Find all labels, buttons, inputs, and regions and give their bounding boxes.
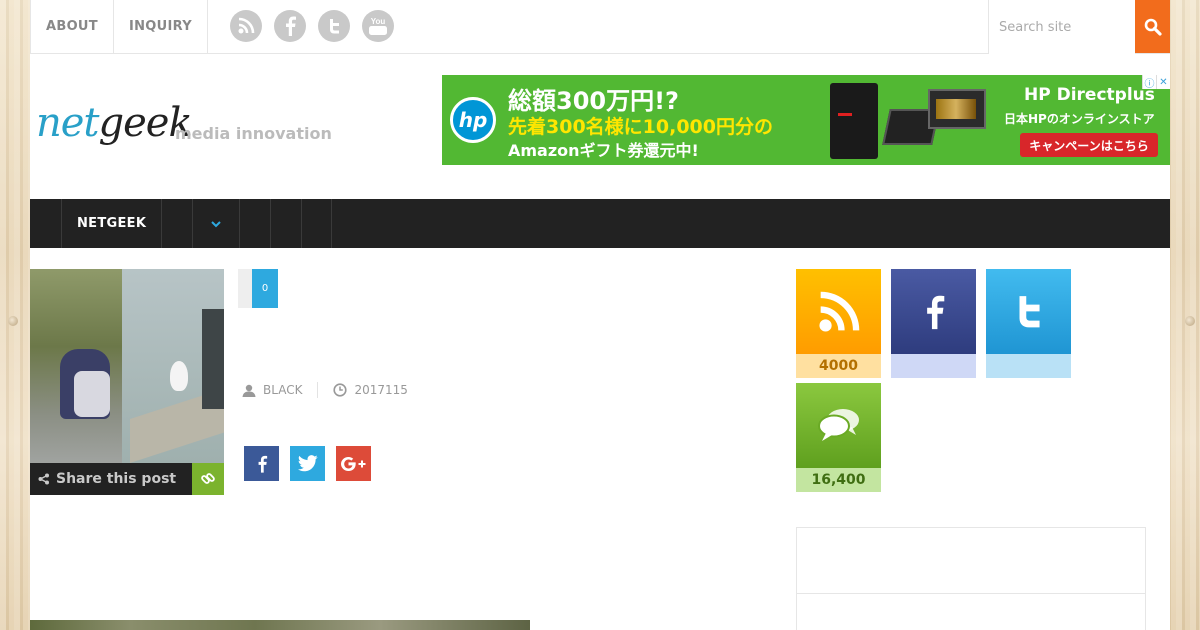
rss-count: 4000 xyxy=(796,354,881,378)
share-post-bar[interactable]: Share this post xyxy=(30,463,192,495)
nav-item-empty[interactable] xyxy=(270,199,301,248)
clock-icon xyxy=(333,383,348,397)
top-nav: ABOUT INQUIRY xyxy=(30,0,208,54)
share-googleplus-button[interactable] xyxy=(336,446,371,481)
comment-count[interactable]: 0 xyxy=(238,269,278,308)
thumb-bird xyxy=(170,361,188,391)
thumb-fisher xyxy=(202,309,224,409)
rss-icon xyxy=(818,291,859,332)
wood-nail xyxy=(1185,316,1195,326)
hp-logo: hp xyxy=(450,97,496,143)
meta-divider xyxy=(317,382,319,398)
twitter-icon[interactable] xyxy=(318,10,350,42)
youtube-icon[interactable]: You xyxy=(362,10,394,42)
rss-icon[interactable] xyxy=(230,10,262,42)
share-twitter-button[interactable] xyxy=(290,446,325,481)
comments-count: 16,400 xyxy=(796,468,881,492)
facebook-tile xyxy=(891,269,976,354)
facebook-count xyxy=(891,354,976,378)
facebook-counter[interactable] xyxy=(891,269,976,378)
twitter-count xyxy=(986,354,1071,378)
wood-nail xyxy=(8,316,18,326)
banner-ad[interactable]: hp 総額300万円!? 先着300名様に10,000円分の Amazonギフト… xyxy=(442,75,1170,165)
user-icon xyxy=(242,384,256,397)
main-nav: NETGEEK xyxy=(30,199,1170,248)
top-bar: ABOUT INQUIRY You xyxy=(30,0,1170,54)
chevron-down-icon xyxy=(211,220,221,227)
sidebar-widget xyxy=(796,527,1146,630)
post-date: 2017115 xyxy=(333,383,408,397)
comment-count-value: 0 xyxy=(252,269,278,308)
nav-dropdown[interactable] xyxy=(192,199,239,248)
google-plus-icon xyxy=(340,456,365,471)
facebook-icon xyxy=(926,295,944,329)
nav-item-empty[interactable] xyxy=(301,199,333,248)
post-thumbnail[interactable] xyxy=(30,269,224,463)
ad-pc-image xyxy=(830,83,878,159)
post-meta: BLACK 2017115 xyxy=(242,382,408,398)
permalink-button[interactable] xyxy=(192,463,224,495)
comments-tile xyxy=(796,383,881,468)
info-icon[interactable]: ⓘ xyxy=(1142,75,1156,90)
twitter-icon xyxy=(1019,295,1040,327)
comment-pill-side xyxy=(238,269,252,308)
rss-counter[interactable]: 4000 xyxy=(796,269,881,378)
search-icon xyxy=(1144,18,1162,36)
page: ABOUT INQUIRY You net geek media innovat… xyxy=(30,0,1170,630)
twitter-counter[interactable] xyxy=(986,269,1071,378)
twitter-tile xyxy=(986,269,1071,354)
nav-inquiry[interactable]: INQUIRY xyxy=(112,0,208,54)
site-logo[interactable]: net geek xyxy=(36,100,193,146)
ad-subtitle: 日本HPのオンラインストア xyxy=(1004,112,1155,126)
widget-divider xyxy=(797,593,1145,594)
search-button[interactable] xyxy=(1135,0,1170,53)
nav-netgeek[interactable]: NETGEEK xyxy=(61,199,161,248)
ad-cta-button[interactable]: キャンペーンはこちら xyxy=(1020,133,1158,157)
speech-bubbles-icon xyxy=(817,408,859,441)
twitter-icon xyxy=(297,455,318,472)
logo-net: net xyxy=(36,100,100,146)
comments-counter[interactable]: 16,400 xyxy=(796,383,881,492)
social-links: You xyxy=(230,10,394,42)
svg-text:You: You xyxy=(371,17,386,26)
ad-gift: Amazonギフト券還元中! xyxy=(508,141,699,160)
share-buttons xyxy=(244,446,371,481)
site-tagline: media innovation xyxy=(175,124,332,143)
nav-item-empty[interactable] xyxy=(161,199,192,248)
author-name: BLACK xyxy=(263,383,303,397)
adchoices[interactable]: ⓘ ✕ xyxy=(1142,75,1170,90)
nav-about[interactable]: ABOUT xyxy=(30,0,113,54)
close-icon[interactable]: ✕ xyxy=(1156,75,1170,89)
rss-tile xyxy=(796,269,881,354)
share-icon xyxy=(38,473,49,485)
ad-laptop-image xyxy=(928,89,986,129)
link-icon xyxy=(201,473,215,484)
facebook-icon xyxy=(258,455,267,473)
thumb-person xyxy=(74,371,110,417)
post-author[interactable]: BLACK xyxy=(242,383,302,397)
post-image-partial[interactable] xyxy=(30,620,530,630)
search-input[interactable] xyxy=(988,0,1135,54)
share-facebook-button[interactable] xyxy=(244,446,279,481)
nav-item-empty[interactable] xyxy=(239,199,270,248)
date-value: 2017115 xyxy=(354,383,408,397)
ad-headline: 総額300万円!? xyxy=(508,87,679,115)
share-post-label: Share this post xyxy=(56,471,177,487)
ad-offer: 先着300名様に10,000円分の xyxy=(508,116,773,138)
facebook-icon[interactable] xyxy=(274,10,306,42)
ad-brand: HP Directplus xyxy=(1024,85,1155,105)
